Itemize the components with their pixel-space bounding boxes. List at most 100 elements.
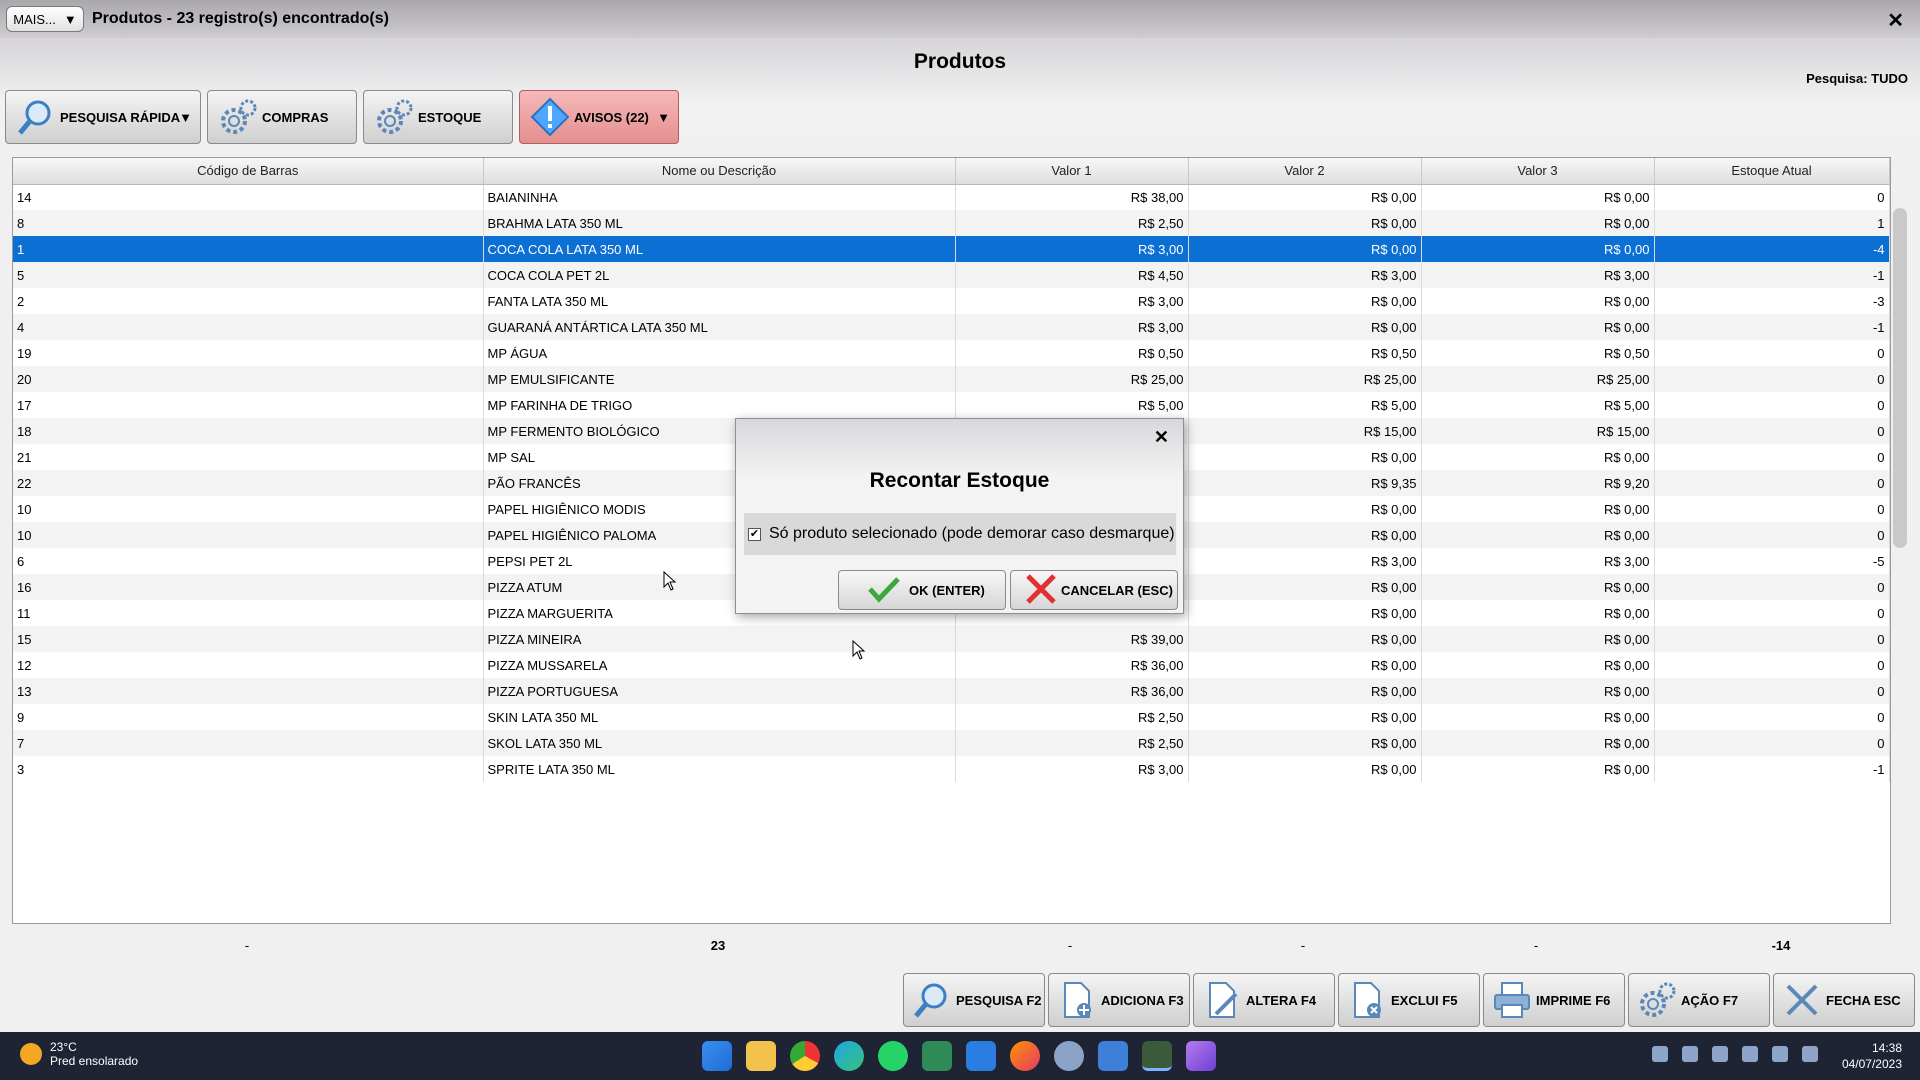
file-explorer-icon[interactable] [746,1041,776,1071]
table-cell: R$ 0,00 [1188,184,1422,210]
vertical-scrollbar[interactable] [1893,208,1907,548]
table-row[interactable]: 7 SKOL LATA 350 ML R$ 2,50 R$ 0,00 R$ 0,00 0 [13,730,1890,756]
mais-dropdown-button[interactable]: MAIS... ▼ [6,6,84,32]
table-row[interactable]: 19 MP ÁGUA R$ 0,50 R$ 0,50 R$ 0,50 0 [13,340,1890,366]
close-esc-button[interactable]: FECHA ESC [1773,973,1915,1027]
table-cell: 0 [1654,678,1890,704]
volume-icon[interactable] [1802,1046,1818,1062]
stock-button[interactable]: ESTOQUE [363,90,513,144]
warnings-button[interactable]: AVISOS (22) ▼ [519,90,679,144]
delete-f5-button[interactable]: EXCLUI F5 [1338,973,1480,1027]
weather-widget[interactable]: 23°C Pred ensolarado [20,1040,138,1068]
selected-only-checkbox[interactable]: ✔ [748,527,761,541]
table-cell: 0 [1654,522,1890,548]
table-row[interactable]: 9 SKIN LATA 350 ML R$ 2,50 R$ 0,00 R$ 0,00 0 [13,704,1890,730]
table-row[interactable]: 2 FANTA LATA 350 ML R$ 3,00 R$ 0,00 R$ 0,00-… [13,288,1890,314]
total-stock: -14 [1771,938,1791,953]
quick-search-button[interactable]: PESQUISA RÁPIDA ▼ [5,90,201,144]
table-cell: 0 [1654,574,1890,600]
print-f6-button[interactable]: IMPRIME F6 [1483,973,1625,1027]
table-cell: 0 [1654,418,1890,444]
table-row[interactable]: 15 PIZZA MINEIRA R$ 39,00 R$ 0,00 R$ 0,00 0 [13,626,1890,652]
pos-app-icon[interactable] [1142,1041,1172,1071]
table-row[interactable]: 13 PIZZA PORTUGUESA R$ 36,00 R$ 0,00 R$ 0,00… [13,678,1890,704]
table-cell: R$ 2,50 [955,730,1189,756]
selected-only-checkbox-row[interactable]: ✔ Só produto selecionado (pode demorar c… [744,513,1176,555]
system-tray [1652,1046,1818,1062]
tray-app-icon[interactable] [1652,1046,1668,1062]
network-icon[interactable] [1772,1046,1788,1062]
weather-text: Pred ensolarado [50,1054,139,1068]
table-row[interactable]: 3 SPRITE LATA 350 ML R$ 3,00 R$ 0,00 R$ 0,00… [13,756,1890,782]
table-cell: R$ 3,00 [955,314,1189,340]
media-app-icon[interactable] [1186,1041,1216,1071]
table-row[interactable]: 17 MP FARINHA DE TRIGO R$ 5,00 R$ 5,00 R$ 5,… [13,392,1890,418]
table-row[interactable]: 12 PIZZA MUSSARELA R$ 36,00 R$ 0,00 R$ 0,00 0 [13,652,1890,678]
dialog-title: Recontar Estoque [869,469,1050,492]
usb-icon[interactable] [1682,1046,1698,1062]
action-f7-button[interactable]: AÇÃO F7 [1628,973,1770,1027]
chevron-down-icon[interactable]: ▼ [179,110,192,125]
table-row-selected[interactable]: 1 COCA COLA LATA 350 ML R$ 3,00 R$ 0,00 R$ 0… [13,236,1890,262]
table-cell: R$ 0,00 [1421,184,1655,210]
table-cell: 9 [13,704,484,730]
column-header[interactable]: Valor 1 [955,158,1189,185]
edit-f4-button[interactable]: ALTERA F4 [1193,973,1335,1027]
table-cell: 7 [13,730,484,756]
column-header[interactable]: Valor 3 [1421,158,1655,185]
mouse-pointer-icon [663,570,677,596]
firefox-icon[interactable] [1010,1041,1040,1071]
table-cell: R$ 3,00 [1188,262,1422,288]
whatsapp-icon[interactable] [878,1041,908,1071]
chrome-icon[interactable] [790,1041,820,1071]
chevron-down-icon: ▼ [63,11,77,27]
table-cell: 5 [13,262,484,288]
total-count: 23 [710,938,726,953]
clock-date: 04/07/2023 [1841,1057,1902,1071]
purchases-button[interactable]: COMPRAS [207,90,357,144]
ok-button[interactable]: OK (ENTER) [838,570,1006,610]
total-barcode: - [244,938,250,953]
table-cell: R$ 38,00 [955,184,1189,210]
table-cell: R$ 0,00 [1188,600,1422,626]
table-cell: R$ 0,00 [1188,730,1422,756]
spreadsheet-icon[interactable] [922,1041,952,1071]
table-cell: 11 [13,600,484,626]
table-row[interactable]: 14 BAIANINHA R$ 38,00 R$ 0,00 R$ 0,00 0 [13,184,1890,210]
table-cell: 20 [13,366,484,392]
warnings-label: AVISOS (22) [574,109,649,125]
search-f2-button[interactable]: PESQUISA F2 [903,973,1045,1027]
cancel-button[interactable]: CANCELAR (ESC) [1010,570,1178,610]
clock[interactable]: 14:38 04/07/2023 [1842,1040,1902,1072]
table-cell: R$ 2,50 [955,704,1189,730]
table-cell: 22 [13,470,484,496]
table-cell: R$ 39,00 [955,626,1189,652]
window-close-icon[interactable]: ✕ [1887,8,1904,33]
table-cell: 18 [13,418,484,444]
settings-gear-icon[interactable] [1054,1041,1084,1071]
table-row[interactable]: 8 BRAHMA LATA 350 ML R$ 2,50 R$ 0,00 R$ 0,00… [13,210,1890,236]
window-titlebar: MAIS... ▼ Produtos - 23 registro(s) enco… [0,0,1920,38]
column-header[interactable]: Nome ou Descrição [483,158,956,185]
add-f3-button[interactable]: ADICIONA F3 [1048,973,1190,1027]
defender-icon[interactable] [1712,1046,1728,1062]
notepad-icon[interactable] [1098,1041,1128,1071]
table-cell: MP ÁGUA [483,340,956,366]
column-header[interactable]: Código de Barras [13,158,484,185]
column-header[interactable]: Valor 2 [1188,158,1422,185]
edge-icon[interactable] [834,1041,864,1071]
start-icon[interactable] [702,1041,732,1071]
table-row[interactable]: 5 COCA COLA PET 2L R$ 4,50 R$ 3,00 R$ 3,00 -1 [13,262,1890,288]
table-cell: R$ 0,00 [1421,756,1655,782]
table-cell: SKIN LATA 350 ML [483,704,956,730]
table-row[interactable]: 20 MP EMULSIFICANTE R$ 25,00 R$ 25,00 R$ 25,… [13,366,1890,392]
chevron-down-icon[interactable]: ▼ [657,110,670,125]
delete-document-icon [1347,980,1387,1020]
table-row[interactable]: 4 GUARANÁ ANTÁRTICA LATA 350 ML R$ 3,00 R$ … [13,314,1890,340]
totals-row: - 23 - - - -14 [0,938,1920,958]
dialog-close-icon[interactable]: ✕ [1154,427,1169,448]
mail-icon[interactable] [966,1041,996,1071]
column-header[interactable]: Estoque Atual [1654,158,1890,185]
table-cell: R$ 0,00 [1188,626,1422,652]
cloud-icon[interactable] [1742,1046,1758,1062]
